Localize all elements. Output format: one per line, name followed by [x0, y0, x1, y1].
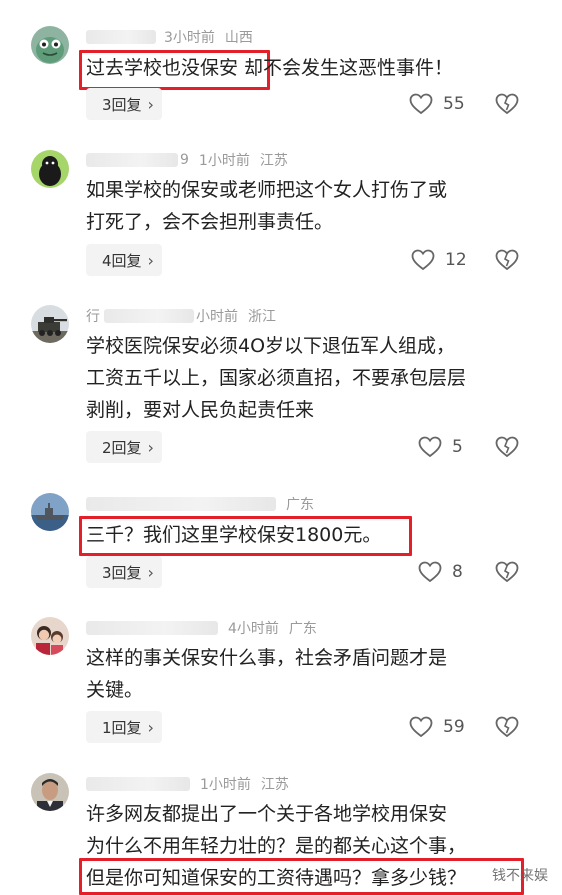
blurred-username [86, 777, 190, 791]
replies-label: 4回复 [102, 251, 142, 270]
replies-label: 1回复 [102, 718, 142, 737]
comment-text: 这样的事关保安什么事，社会矛盾问题才是 关键。 [86, 642, 526, 706]
username-fragment: 9 [180, 152, 189, 168]
broken-heart-icon [495, 93, 519, 115]
username-fragment: 行 [86, 309, 100, 325]
comment-text: 学校医院保安必须4O岁以下退伍军人组成， 工资五千以上，国家必须直招，不要承包层… [86, 330, 526, 426]
comment-line: 过去学校也没保安 却不会发生这恶性事件！ [86, 57, 454, 79]
comment-meta: 行 小时前 浙江 [86, 306, 276, 326]
replies-button[interactable]: 2回复 › [86, 431, 162, 463]
heart-icon [418, 436, 442, 458]
comment-location: 山西 [224, 30, 253, 46]
blurred-username [104, 309, 194, 323]
comment-text: 许多网友都提出了一个关于各地学校用保安 为什么不用年轻力壮的？是的都关心这个事，… [86, 798, 526, 894]
chevron-right-icon: › [147, 437, 154, 457]
comment-line: 打死了，会不会担刑事责任。 [86, 211, 334, 233]
comment-time: 小时前 [196, 309, 238, 325]
comment-line: 工资五千以上，国家必须直招，不要承包层层 [86, 367, 467, 389]
like-count: 59 [443, 717, 465, 737]
avatar[interactable] [31, 493, 69, 531]
dislike-button[interactable] [494, 713, 520, 741]
comment-location: 广东 [286, 497, 314, 513]
comment-meta: 4小时前 广东 [86, 618, 317, 638]
comment-location: 浙江 [248, 309, 276, 325]
heart-icon [418, 561, 442, 583]
dislike-button[interactable] [494, 90, 520, 118]
chevron-right-icon: › [147, 94, 154, 114]
avatar[interactable] [31, 150, 69, 188]
dislike-button[interactable] [494, 433, 520, 461]
blurred-username [86, 153, 178, 167]
chevron-right-icon: › [147, 250, 154, 270]
replies-button[interactable]: 3回复 › [86, 556, 162, 588]
comment-line: 三千？我们这里学校保安1800元。 [86, 524, 382, 546]
broken-heart-icon [495, 249, 519, 271]
like-button[interactable]: 8 [418, 558, 463, 586]
comment-meta: 1小时前 江苏 [86, 774, 289, 794]
comment-time: 1小时前 [200, 777, 251, 793]
heart-icon [409, 93, 433, 115]
comment-text: 三千？我们这里学校保安1800元。 [86, 519, 526, 551]
heart-icon [411, 249, 435, 271]
comment-location: 广东 [288, 621, 317, 637]
comment-meta: 3小时前 山西 [86, 27, 253, 47]
comment-text: 如果学校的保安或老师把这个女人打伤了或 打死了，会不会担刑事责任。 [86, 174, 526, 238]
comment-line: 但是你可知道保安的工资待遇吗？拿多少钱？ [86, 867, 467, 889]
like-button[interactable]: 5 [418, 433, 463, 461]
like-button[interactable]: 59 [409, 713, 465, 741]
comment-line: 关键。 [86, 679, 144, 701]
replies-button[interactable]: 4回复 › [86, 244, 162, 276]
comment-text: 过去学校也没保安 却不会发生这恶性事件！ [86, 52, 526, 84]
dislike-button[interactable] [494, 246, 520, 274]
replies-button[interactable]: 1回复 › [86, 711, 162, 743]
comment-line: 这样的事关保安什么事，社会矛盾问题才是 [86, 647, 448, 669]
replies-button[interactable]: 3回复 › [86, 88, 162, 120]
comment-line: 如果学校的保安或老师把这个女人打伤了或 [86, 179, 448, 201]
chevron-right-icon: › [147, 717, 154, 737]
comment-line: 许多网友都提出了一个关于各地学校用保安 [86, 803, 448, 825]
comment-line: 为什么不用年轻力壮的？是的都关心这个事， [86, 835, 467, 857]
avatar[interactable] [31, 617, 69, 655]
comment-line: 学校医院保安必须4O岁以下退伍军人组成， [86, 335, 456, 357]
comment-time: 4小时前 [228, 621, 279, 637]
like-count: 8 [452, 562, 463, 582]
comment-time: 1小时前 [198, 153, 250, 169]
avatar[interactable] [31, 26, 69, 64]
like-count: 55 [443, 94, 465, 114]
blurred-username [86, 30, 156, 44]
blurred-username [86, 621, 218, 635]
watermark: 钱不来娱 [492, 868, 548, 884]
broken-heart-icon [495, 436, 519, 458]
broken-heart-icon [495, 561, 519, 583]
dislike-button[interactable] [494, 558, 520, 586]
like-count: 12 [445, 250, 467, 270]
comment-time: 3小时前 [164, 30, 215, 46]
comment-location: 江苏 [260, 777, 289, 793]
blurred-username [86, 497, 276, 511]
comment-meta: 9 1小时前 江苏 [86, 150, 288, 170]
like-button[interactable]: 55 [409, 90, 465, 118]
chevron-right-icon: › [147, 562, 154, 582]
replies-label: 3回复 [102, 95, 142, 114]
heart-icon [409, 716, 433, 738]
avatar[interactable] [31, 773, 69, 811]
comment-meta: 广东 [86, 494, 314, 514]
avatar[interactable] [31, 305, 69, 343]
like-button[interactable]: 12 [411, 246, 467, 274]
comment-location: 江苏 [259, 153, 288, 169]
broken-heart-icon [495, 716, 519, 738]
like-count: 5 [452, 437, 463, 457]
comment-line: 剥削，要对人民负起责任来 [86, 399, 315, 421]
replies-label: 3回复 [102, 563, 142, 582]
replies-label: 2回复 [102, 438, 142, 457]
